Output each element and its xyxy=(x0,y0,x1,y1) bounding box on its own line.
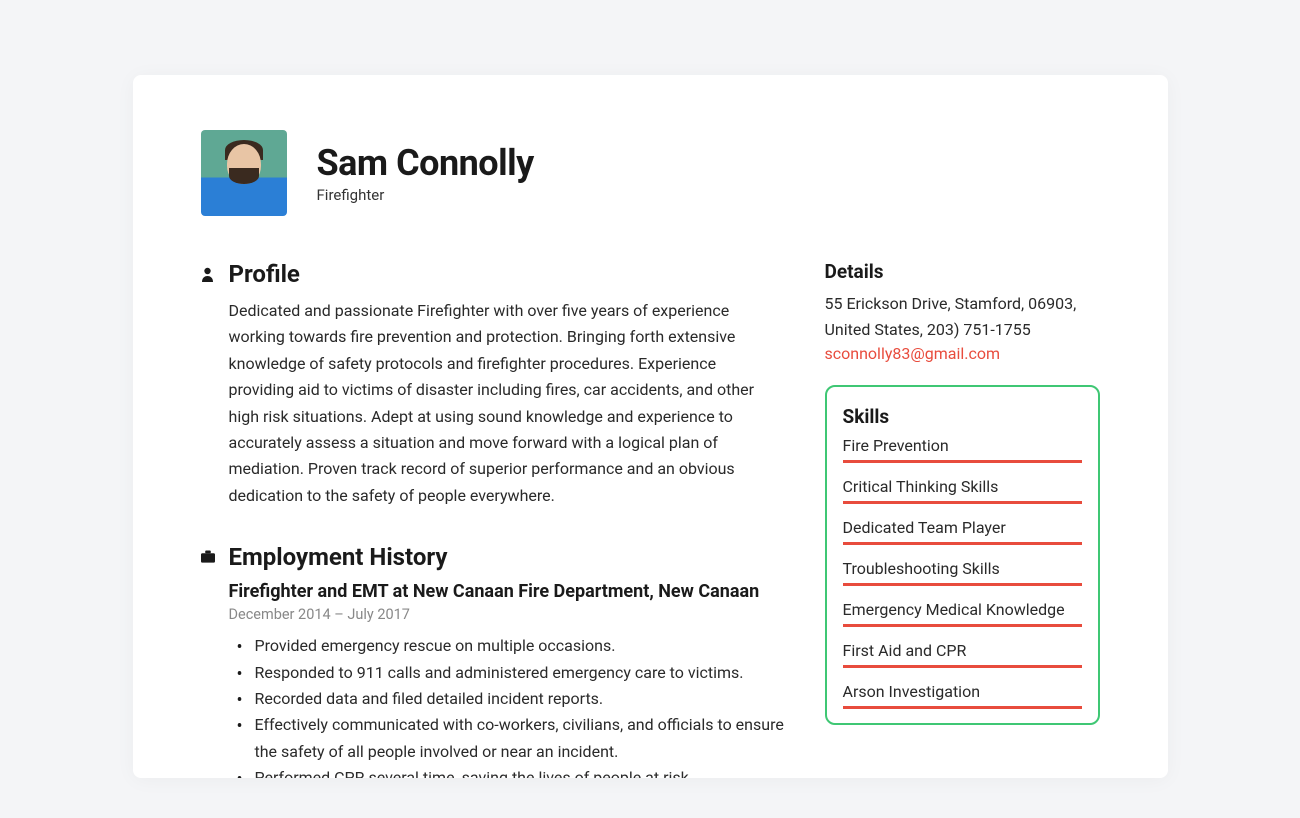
skill-name: Critical Thinking Skills xyxy=(843,477,1082,496)
job-end-date: July 2017 xyxy=(347,606,410,623)
sidebar-column: Details 55 Erickson Drive, Stamford, 069… xyxy=(825,260,1100,778)
job-bullet: Provided emergency rescue on multiple oc… xyxy=(229,633,785,659)
skills-heading: Skills xyxy=(843,405,1082,428)
person-icon xyxy=(201,266,215,282)
resume-header: Sam Connolly Firefighter xyxy=(201,130,1100,216)
skills-section: Skills Fire Prevention Critical Thinking… xyxy=(825,385,1100,725)
skill-item: Emergency Medical Knowledge xyxy=(843,600,1082,627)
email-link[interactable]: sconnolly83@gmail.com xyxy=(825,344,1001,363)
profile-text: Dedicated and passionate Firefighter wit… xyxy=(229,298,785,509)
job-title: Firefighter and EMT at New Canaan Fire D… xyxy=(229,581,785,602)
skill-item: First Aid and CPR xyxy=(843,641,1082,668)
section-header: Profile xyxy=(201,260,785,288)
skill-bar xyxy=(843,624,1082,627)
job-dates: December 2014 – July 2017 xyxy=(229,606,785,623)
job-start-date: December 2014 xyxy=(229,606,331,623)
job-entry: Firefighter and EMT at New Canaan Fire D… xyxy=(229,581,785,778)
briefcase-icon xyxy=(201,549,215,565)
skill-bar xyxy=(843,665,1082,668)
job-bullet: Performed CPR several time, saving the l… xyxy=(229,765,785,778)
section-header: Employment History xyxy=(201,543,785,571)
employment-heading: Employment History xyxy=(229,543,448,571)
skill-name: Emergency Medical Knowledge xyxy=(843,600,1082,619)
job-bullet: Responded to 911 calls and administered … xyxy=(229,660,785,686)
resume-document: Sam Connolly Firefighter Profile Dedicat… xyxy=(133,75,1168,778)
job-bullet: Recorded data and filed detailed inciden… xyxy=(229,686,785,712)
skill-name: Fire Prevention xyxy=(843,436,1082,455)
skill-bar xyxy=(843,583,1082,586)
skill-item: Fire Prevention xyxy=(843,436,1082,463)
resume-content: Profile Dedicated and passionate Firefig… xyxy=(201,260,1100,778)
main-column: Profile Dedicated and passionate Firefig… xyxy=(201,260,785,778)
details-heading: Details xyxy=(825,260,1100,283)
profile-heading: Profile xyxy=(229,260,300,288)
skill-bar xyxy=(843,460,1082,463)
skill-name: Arson Investigation xyxy=(843,682,1082,701)
job-bullets: Provided emergency rescue on multiple oc… xyxy=(229,633,785,778)
skill-item: Dedicated Team Player xyxy=(843,518,1082,545)
skill-bar xyxy=(843,501,1082,504)
avatar xyxy=(201,130,287,216)
skill-bar xyxy=(843,706,1082,709)
details-section: Details 55 Erickson Drive, Stamford, 069… xyxy=(825,260,1100,363)
skill-name: Troubleshooting Skills xyxy=(843,559,1082,578)
skill-item: Critical Thinking Skills xyxy=(843,477,1082,504)
details-address: 55 Erickson Drive, Stamford, 06903, Unit… xyxy=(825,291,1100,344)
name-block: Sam Connolly Firefighter xyxy=(317,142,534,204)
profile-section: Profile Dedicated and passionate Firefig… xyxy=(201,260,785,509)
person-name: Sam Connolly xyxy=(317,142,534,184)
skill-name: First Aid and CPR xyxy=(843,641,1082,660)
employment-section: Employment History Firefighter and EMT a… xyxy=(201,543,785,778)
person-title: Firefighter xyxy=(317,186,534,204)
date-separator: – xyxy=(331,606,348,623)
skill-item: Troubleshooting Skills xyxy=(843,559,1082,586)
skill-bar xyxy=(843,542,1082,545)
skill-name: Dedicated Team Player xyxy=(843,518,1082,537)
skill-item: Arson Investigation xyxy=(843,682,1082,709)
job-bullet: Effectively communicated with co-workers… xyxy=(229,712,785,765)
